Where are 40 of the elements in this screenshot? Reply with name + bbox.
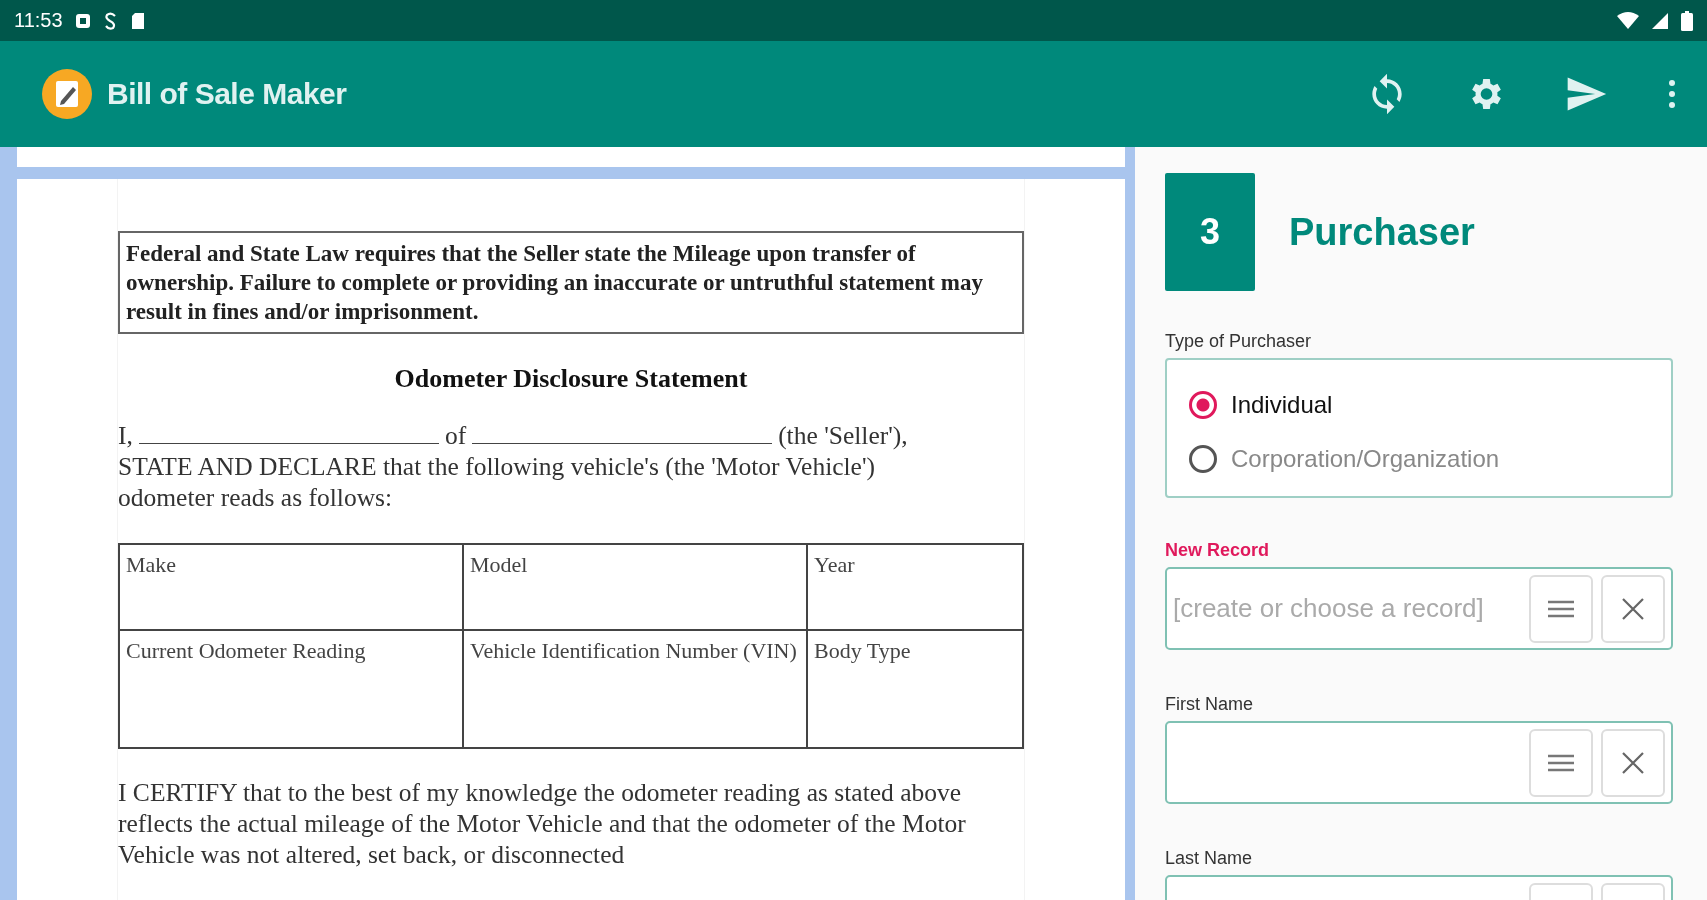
field-label: Last Name [1165, 848, 1254, 869]
section-title: Purchaser [1289, 210, 1475, 254]
field-label: First Name [1165, 694, 1254, 715]
table-cell: Year [807, 544, 1023, 630]
wifi-icon [1617, 11, 1639, 30]
sd-card-icon [130, 11, 145, 30]
table-cell: Model [463, 544, 807, 630]
radio-option[interactable]: Individual [1189, 378, 1649, 432]
radio-button-icon[interactable] [1189, 391, 1217, 419]
table-cell: Body Type [807, 630, 1023, 748]
close-icon [1621, 750, 1645, 775]
table-cell: Make [119, 544, 463, 630]
declaration-text: I, of (the 'Seller'), STATE AND DECLARE that the following vehicle's (the 'Motor Vehicle') odometer reads as follows: [118, 420, 909, 513]
placeholder-text[interactable]: [create or choose a record] [1171, 592, 1521, 625]
input-field[interactable] [1165, 721, 1673, 804]
input-field[interactable]: [create or choose a record] [1165, 567, 1673, 650]
document-heading: Odometer Disclosure Statement [393, 364, 749, 394]
clear-button[interactable] [1601, 728, 1665, 797]
clear-button[interactable] [1601, 574, 1665, 643]
certification-text: I CERTIFY that to the best of my knowledge the odometer reading as stated above reflects the actual mileage of the Motor Vehicle and that the odometer of the Motor Vehicle was not altered, set back, or disconnected [118, 777, 967, 870]
notification-icon [74, 12, 91, 29]
notice-text: Federal and State Law requires that the Seller state the Mileage upon transfer of ownership. Failure to complete or providing an inaccurate or untruthful statement may result in fines and/or imprisonment. [118, 231, 1024, 334]
list-button[interactable] [1529, 574, 1593, 643]
step-number: 3 [1165, 173, 1255, 291]
field-label: Type of Purchaser [1165, 331, 1313, 352]
radio-button-icon[interactable] [1189, 445, 1217, 473]
battery-icon [1681, 10, 1693, 31]
signal-icon [1651, 11, 1669, 30]
list-button[interactable] [1529, 728, 1593, 797]
menu-icon [1546, 752, 1576, 773]
status-time: 11:53 [14, 9, 63, 32]
app-title: Bill of Sale Maker [107, 77, 347, 111]
radio-option[interactable]: Corporation/Organization [1189, 432, 1649, 486]
app-logo-icon [41, 68, 93, 120]
close-icon [1621, 596, 1645, 621]
field-label: New Record [1165, 540, 1271, 561]
more-options-button[interactable] [1667, 79, 1677, 109]
table-cell: Vehicle Identification Number (VIN) [463, 630, 807, 748]
menu-icon [1546, 598, 1576, 619]
table-cell: Current Odometer Reading [119, 630, 463, 748]
